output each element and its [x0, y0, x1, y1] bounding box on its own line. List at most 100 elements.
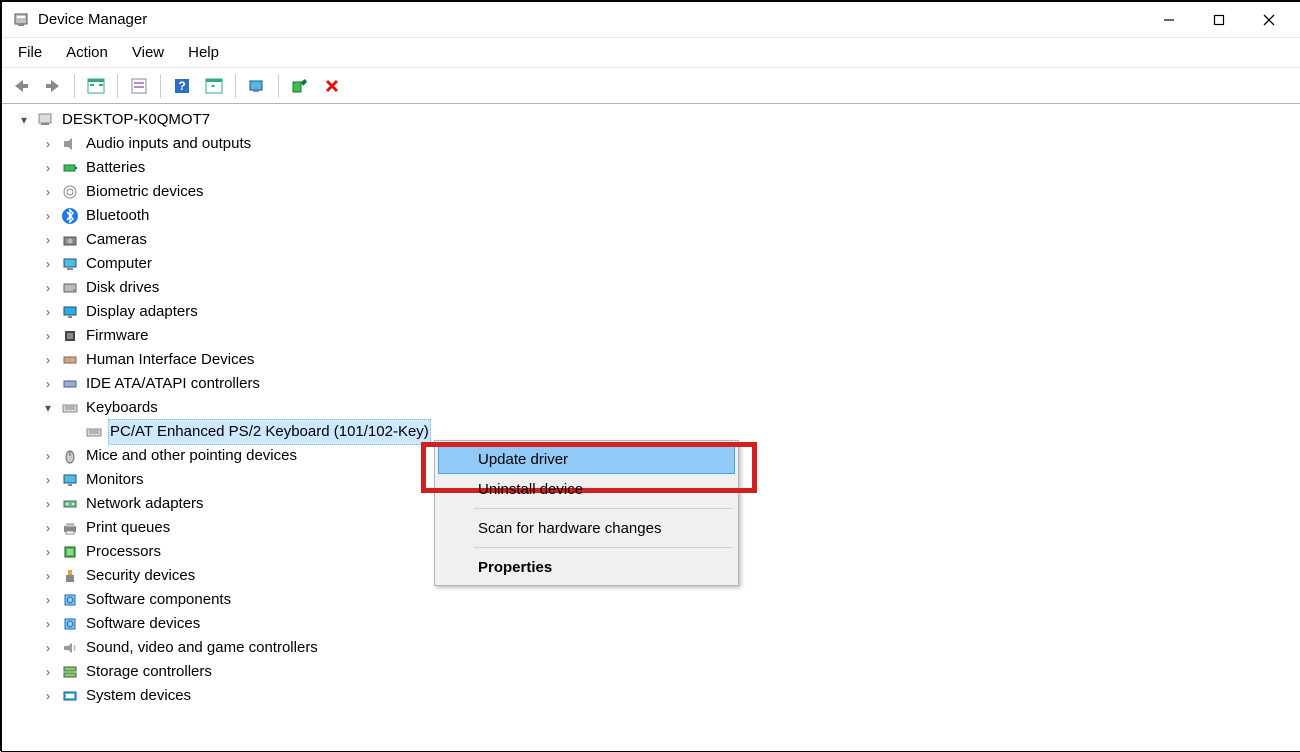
tree-category[interactable]: › Audio inputs and outputs — [10, 132, 1300, 156]
show-hide-console-button[interactable] — [81, 72, 111, 100]
tree-category-label: Audio inputs and outputs — [84, 132, 253, 156]
tree-category[interactable]: › Bluetooth — [10, 204, 1300, 228]
chevron-right-icon[interactable]: › — [40, 132, 56, 156]
tree-category-label: Human Interface Devices — [84, 348, 256, 372]
context-menu-item[interactable]: Properties — [438, 552, 735, 582]
cpu-icon — [60, 542, 80, 562]
tree-category[interactable]: ›Storage controllers — [10, 660, 1300, 684]
monitor-icon — [60, 470, 80, 490]
close-button[interactable] — [1244, 4, 1294, 36]
app-icon — [12, 11, 30, 29]
system-icon — [60, 686, 80, 706]
minimize-button[interactable] — [1144, 4, 1194, 36]
tree-category-label: Processors — [84, 540, 163, 564]
chevron-down-icon[interactable]: ▾ — [40, 396, 56, 420]
tree-category[interactable]: › Computer — [10, 252, 1300, 276]
tree-category[interactable]: ›Disk drives — [10, 276, 1300, 300]
toolbar: ? — [2, 68, 1300, 104]
chevron-right-icon[interactable]: › — [40, 204, 56, 228]
tree-root[interactable]: ▾ DESKTOP-K0QMOT7 — [10, 108, 1300, 132]
svg-text:?: ? — [178, 79, 185, 93]
tree-category-label: Print queues — [84, 516, 172, 540]
context-menu-item[interactable]: Update driver — [438, 444, 735, 474]
maximize-button[interactable] — [1194, 4, 1244, 36]
chevron-right-icon[interactable]: › — [40, 444, 56, 468]
tree-category[interactable]: ›Batteries — [10, 156, 1300, 180]
chevron-down-icon[interactable]: ▾ — [16, 108, 32, 132]
chevron-right-icon[interactable]: › — [40, 468, 56, 492]
tree-category[interactable]: › IDE ATA/ATAPI controllers — [10, 372, 1300, 396]
context-menu-item[interactable]: Scan for hardware changes — [438, 513, 735, 543]
security-icon — [60, 566, 80, 586]
tree-category-label: Mice and other pointing devices — [84, 444, 299, 468]
chevron-right-icon[interactable]: › — [40, 612, 56, 636]
keyboard-icon — [60, 398, 80, 418]
update-driver-button[interactable] — [199, 72, 229, 100]
chevron-right-icon[interactable]: › — [40, 540, 56, 564]
chevron-right-icon[interactable]: › — [40, 588, 56, 612]
chevron-right-icon[interactable]: › — [40, 564, 56, 588]
chevron-right-icon[interactable]: › — [40, 180, 56, 204]
tree-category-label: IDE ATA/ATAPI controllers — [84, 372, 262, 396]
hid-icon — [60, 350, 80, 370]
context-menu-item[interactable]: Uninstall device — [438, 474, 735, 504]
chevron-right-icon[interactable]: › — [40, 660, 56, 684]
tree-category-label: Security devices — [84, 564, 197, 588]
tree-category[interactable]: ›Software components — [10, 588, 1300, 612]
window-title: Device Manager — [38, 11, 147, 28]
back-button[interactable] — [6, 72, 36, 100]
tree-category-label: Bluetooth — [84, 204, 151, 228]
tree-category[interactable]: ›Display adapters — [10, 300, 1300, 324]
chevron-right-icon[interactable]: › — [40, 684, 56, 708]
chevron-right-icon[interactable]: › — [40, 324, 56, 348]
tree-category-label: Computer — [84, 252, 154, 276]
chevron-right-icon[interactable]: › — [40, 300, 56, 324]
menu-action[interactable]: Action — [54, 40, 120, 65]
chevron-right-icon[interactable]: › — [40, 156, 56, 180]
chevron-right-icon[interactable]: › — [40, 276, 56, 300]
chevron-right-icon[interactable]: › — [40, 372, 56, 396]
chevron-right-icon[interactable]: › — [40, 348, 56, 372]
tree-category[interactable]: ▾Keyboards — [10, 396, 1300, 420]
disk-icon — [60, 278, 80, 298]
chip-icon — [60, 326, 80, 346]
uninstall-button[interactable] — [317, 72, 347, 100]
titlebar: Device Manager — [2, 2, 1300, 38]
menu-file[interactable]: File — [6, 40, 54, 65]
tree-category[interactable]: › System devices — [10, 684, 1300, 708]
content-area: ▾DESKTOP-K0QMOT7›Audio inputs and output… — [2, 104, 1300, 751]
tree-category[interactable]: › Software devices — [10, 612, 1300, 636]
tree-category-label: Software devices — [84, 612, 202, 636]
display-icon — [60, 302, 80, 322]
forward-button[interactable] — [38, 72, 68, 100]
chevron-right-icon[interactable]: › — [40, 252, 56, 276]
bluetooth-icon — [60, 206, 80, 226]
tree-root-label: DESKTOP-K0QMOT7 — [60, 108, 212, 132]
network-icon — [60, 494, 80, 514]
storage-icon — [60, 662, 80, 682]
tree-category-label: Firmware — [84, 324, 151, 348]
printer-icon — [60, 518, 80, 538]
tree-category-label: Biometric devices — [84, 180, 206, 204]
device-tree[interactable]: ▾DESKTOP-K0QMOT7›Audio inputs and output… — [2, 104, 1300, 751]
menu-view[interactable]: View — [120, 40, 176, 65]
scan-hardware-button[interactable] — [242, 72, 272, 100]
chevron-right-icon[interactable]: › — [40, 492, 56, 516]
tree-category[interactable]: ›Cameras — [10, 228, 1300, 252]
properties-button[interactable] — [124, 72, 154, 100]
add-hardware-button[interactable] — [285, 72, 315, 100]
tree-category-label: Monitors — [84, 468, 146, 492]
tree-category[interactable]: ›Sound, video and game controllers — [10, 636, 1300, 660]
chevron-right-icon[interactable]: › — [40, 636, 56, 660]
menu-help[interactable]: Help — [176, 40, 231, 65]
tree-category[interactable]: › Biometric devices — [10, 180, 1300, 204]
help-button[interactable]: ? — [167, 72, 197, 100]
chevron-right-icon[interactable]: › — [40, 516, 56, 540]
computer-icon — [60, 254, 80, 274]
tree-category-label: System devices — [84, 684, 193, 708]
tree-category[interactable]: › Human Interface Devices — [10, 348, 1300, 372]
chevron-right-icon[interactable]: › — [40, 228, 56, 252]
computer-icon — [36, 110, 56, 130]
tree-category[interactable]: › Firmware — [10, 324, 1300, 348]
mouse-icon — [60, 446, 80, 466]
